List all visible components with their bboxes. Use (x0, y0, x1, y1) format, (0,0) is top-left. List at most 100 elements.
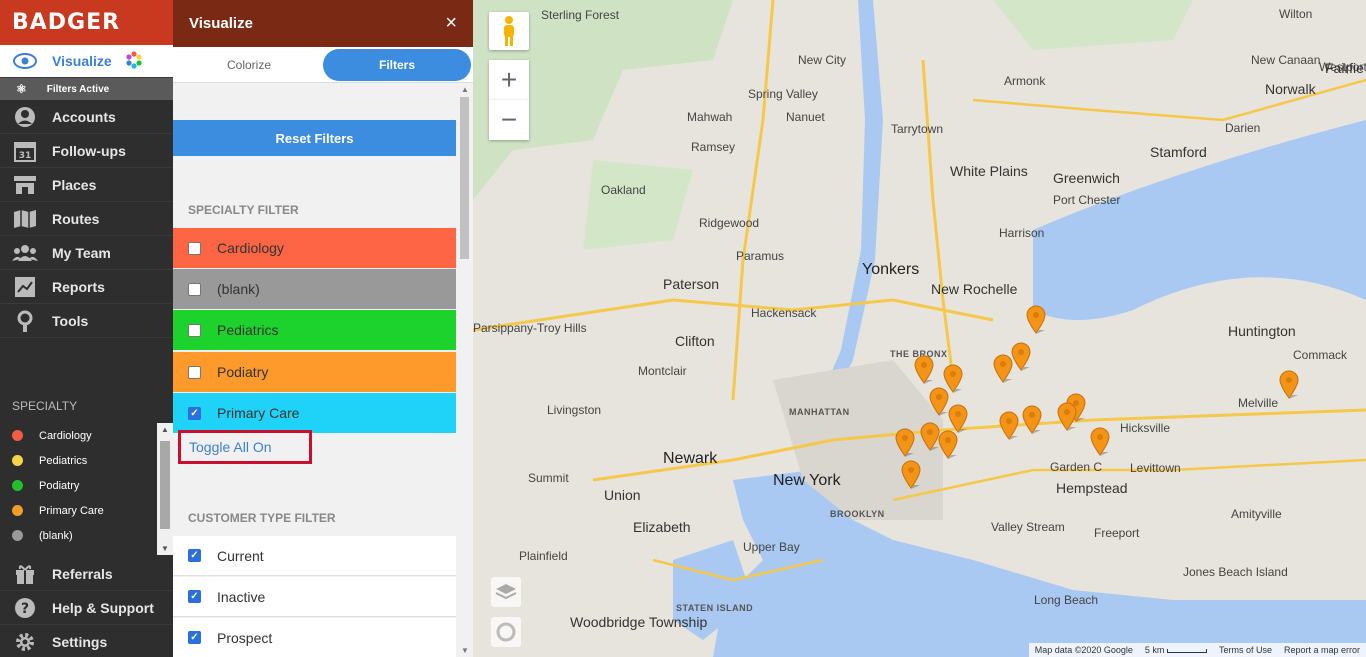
filter-inactive[interactable]: Inactive (173, 577, 456, 617)
legend-title: SPECIALTY (12, 399, 78, 413)
filter-primary-care[interactable]: Primary Care (173, 393, 456, 433)
panel-scrollbar[interactable]: ▲ ▼ (456, 83, 473, 657)
map-place-label: Ridgewood (699, 216, 760, 230)
nav-item-routes[interactable]: Routes (0, 202, 173, 236)
toggle-all-on-link[interactable]: Toggle All On (178, 430, 312, 464)
map-place-label: Summit (528, 471, 569, 485)
account-map-marker[interactable] (913, 355, 935, 385)
scroll-up-icon[interactable]: ▲ (161, 425, 169, 434)
checkbox-checked[interactable] (188, 549, 201, 562)
map-place-label: Levittown (1130, 461, 1181, 475)
filter-prospect[interactable]: Prospect (173, 618, 456, 657)
street-view-pegman-icon[interactable] (489, 12, 529, 50)
filters-active-label: Filters Active (46, 83, 110, 95)
reset-filters-button[interactable]: Reset Filters (173, 120, 456, 156)
account-map-marker[interactable] (1278, 370, 1300, 400)
scrollbar-thumb[interactable] (160, 441, 170, 529)
account-map-marker[interactable] (992, 354, 1014, 384)
scrollbar-thumb[interactable] (460, 97, 469, 259)
legend-item: Podiatry (0, 473, 173, 498)
account-map-marker[interactable] (1089, 427, 1111, 457)
nav-bottom: Referrals ? Help & Support Settings (0, 557, 173, 657)
tab-filters[interactable]: Filters (323, 48, 471, 81)
checkbox-checked[interactable] (188, 406, 201, 420)
filters-active-indicator[interactable]: ⚛ Filters Active (0, 78, 173, 100)
zoom-in-button[interactable]: + (489, 60, 529, 100)
legend-label: Podiatry (39, 479, 80, 492)
map-place-label: Ramsey (691, 140, 736, 154)
filter-label: Current (217, 547, 264, 564)
account-map-marker[interactable] (1025, 305, 1047, 335)
legend-label: Cardiology (39, 429, 92, 442)
zoom-out-button[interactable]: − (489, 100, 529, 140)
layers-icon[interactable] (491, 577, 521, 607)
account-map-marker[interactable] (1056, 402, 1078, 432)
scroll-down-icon[interactable]: ▼ (461, 646, 469, 655)
account-map-marker[interactable] (937, 430, 959, 460)
scroll-down-icon[interactable]: ▼ (161, 544, 169, 553)
main-nav: BADGER Visualize ⚛ Filters Active Accoun… (0, 0, 173, 657)
map-place-label: Livingston (547, 403, 602, 417)
nav-item-my-team[interactable]: My Team (0, 236, 173, 270)
map-place-label: Paterson (663, 276, 720, 292)
tab-colorize[interactable]: Colorize (175, 49, 323, 81)
legend-dot (12, 530, 23, 541)
nav-label: Follow-ups (52, 142, 126, 159)
nav-item-help-support[interactable]: ? Help & Support (0, 591, 173, 625)
checkbox[interactable] (188, 365, 201, 379)
checkbox[interactable] (188, 241, 201, 255)
map-canvas[interactable]: Sterling Forest New City Spring Valley Mahw… (473, 0, 1366, 657)
nav-item-tools[interactable]: Tools (0, 304, 173, 338)
nav-item-settings[interactable]: Settings (0, 625, 173, 657)
checkbox-checked[interactable] (188, 590, 201, 603)
map-place-label: Harrison (999, 226, 1045, 240)
legend-item: (blank) (0, 523, 173, 548)
map-place-label: Valley Stream (991, 520, 1065, 534)
legend-dot (12, 455, 23, 466)
legend-scrollbar[interactable]: ▲ ▼ (157, 423, 173, 555)
map-scale[interactable]: 5 km (1145, 645, 1207, 655)
badger-logo[interactable]: BADGER (12, 10, 120, 35)
map-place-label: Hicksville (1120, 421, 1171, 435)
legend-label: (blank) (39, 529, 73, 542)
checkbox[interactable] (188, 323, 201, 337)
legend-label: Pediatrics (39, 454, 88, 467)
filter-blank[interactable]: (blank) (173, 269, 456, 309)
nav-item-places[interactable]: Places (0, 168, 173, 202)
specialty-legend: SPECIALTY Cardiology Pediatrics Podiatry… (0, 395, 173, 555)
account-map-marker[interactable] (900, 460, 922, 490)
report-map-error-link[interactable]: Report a map error (1284, 645, 1360, 655)
scroll-up-icon[interactable]: ▲ (461, 85, 469, 94)
filter-label: Primary Care (217, 405, 300, 421)
account-map-marker[interactable] (998, 411, 1020, 441)
checkbox[interactable] (188, 282, 201, 296)
map-data-attribution: Map data ©2020 Google (1034, 645, 1133, 655)
map-place-label: Upper Bay (743, 540, 800, 554)
close-icon[interactable]: × (445, 12, 457, 35)
map-place-label: Tarrytown (891, 122, 944, 136)
filter-cardiology[interactable]: Cardiology (173, 228, 456, 268)
nav-item-follow-ups[interactable]: 31 Follow-ups (0, 134, 173, 168)
terms-of-use-link[interactable]: Terms of Use (1219, 645, 1272, 655)
filter-current[interactable]: Current (173, 536, 456, 576)
filter-podiatry[interactable]: Podiatry (173, 352, 456, 392)
map-place-label: Freeport (1094, 526, 1140, 540)
nav-label: Reports (52, 278, 105, 295)
map-footer: Map data ©2020 Google 5 km Terms of Use … (1028, 643, 1366, 657)
nav-item-visualize[interactable]: Visualize (0, 45, 173, 78)
account-map-marker[interactable] (894, 428, 916, 458)
account-map-marker[interactable] (1021, 405, 1043, 435)
map-place-label: Fairfie (1325, 60, 1364, 76)
filter-pediatrics[interactable]: Pediatrics (173, 310, 456, 350)
map-icon (12, 208, 38, 230)
nav-label: Places (52, 176, 97, 193)
nav-item-accounts[interactable]: Accounts (0, 100, 173, 134)
compass-icon[interactable] (491, 617, 521, 647)
checkbox-checked[interactable] (188, 631, 201, 644)
eye-icon (12, 50, 38, 72)
nav-item-reports[interactable]: Reports (0, 270, 173, 304)
nav-item-referrals[interactable]: Referrals (0, 557, 173, 591)
user-icon (12, 106, 38, 128)
map-place-label: Greenwich (1053, 170, 1120, 186)
nav-label: Help & Support (52, 599, 154, 616)
